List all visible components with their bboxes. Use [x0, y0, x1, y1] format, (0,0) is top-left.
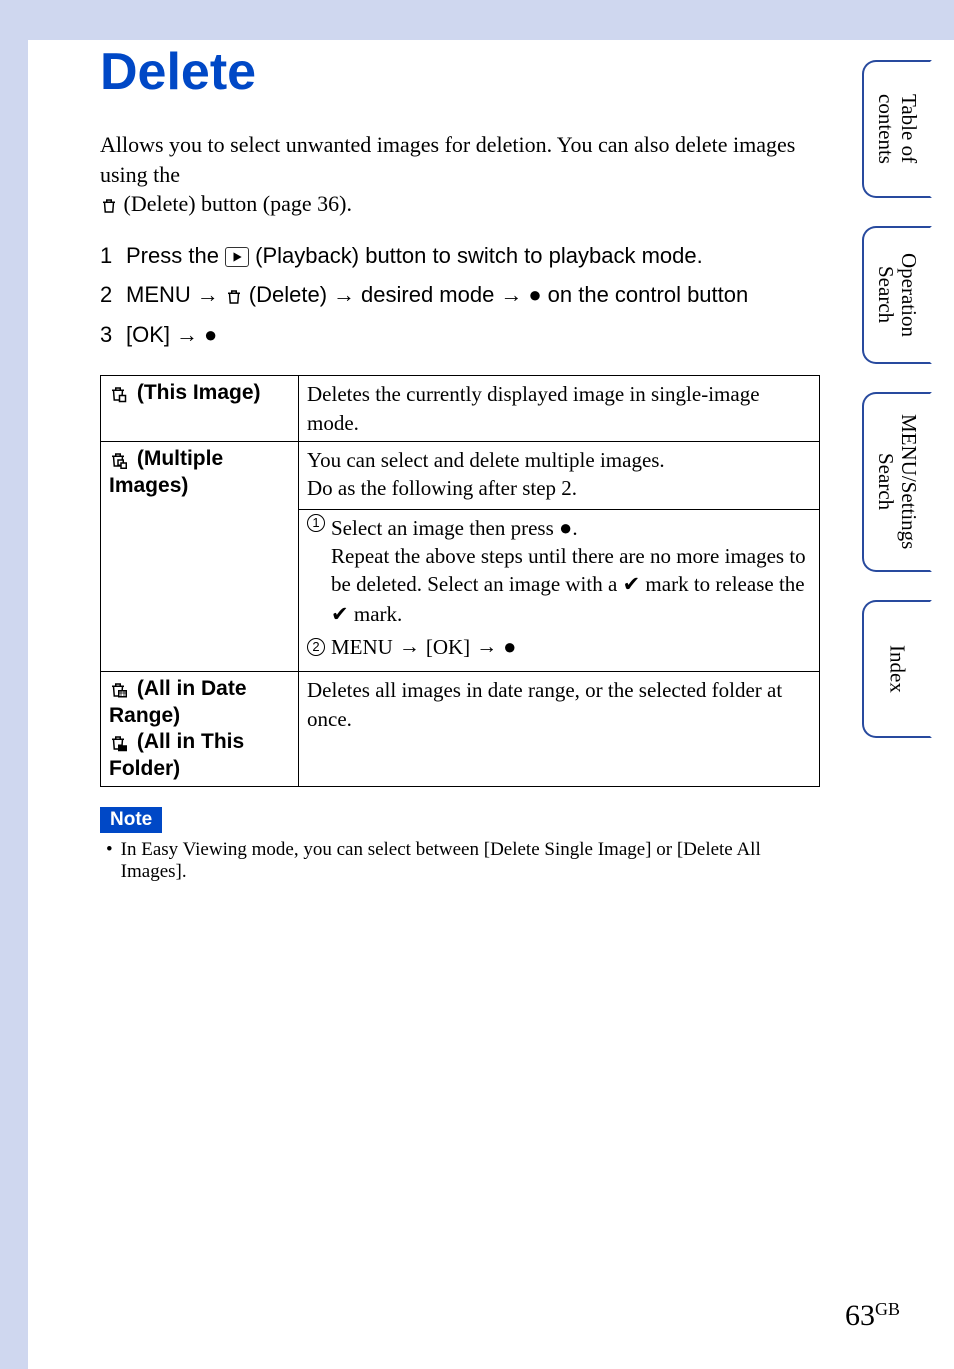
main-content: Delete Allows you to select unwanted ima… [100, 42, 820, 883]
intro-text-b: (Delete) button (page 36). [124, 191, 352, 216]
tab-label: Operation Search [874, 248, 920, 342]
step-number: 1 [100, 237, 116, 274]
tab-label: MENU/Settings Search [874, 414, 920, 550]
arrow-right-icon: → [476, 633, 497, 661]
trash-icon [100, 191, 124, 216]
note-label: Note [100, 807, 162, 833]
modes-table: (This Image) Deletes the currently displ… [100, 375, 820, 787]
step-number: 3 [100, 316, 116, 353]
intro-text-a: Allows you to select unwanted images for… [100, 132, 795, 187]
step-1-text: Press the (Playback) button to switch to… [126, 237, 703, 274]
step-1: 1 Press the (Playback) button to switch … [100, 237, 820, 274]
tab-index[interactable]: Index [862, 600, 932, 738]
trash-folder-icon [109, 729, 127, 755]
circled-1-icon: 1 [307, 514, 325, 532]
sub-steps: 1 Select an image then press ●. Repeat t… [299, 509, 819, 662]
arrow-right-icon: → [176, 316, 198, 353]
note-body: •In Easy Viewing mode, you can select be… [100, 839, 820, 883]
step-3: 3 [OK] → ● [100, 316, 820, 353]
table-row: (Multiple Images) You can select and del… [101, 441, 820, 671]
check-icon: ✔ [331, 603, 349, 626]
mode-all-in-range: (All in Date Range) (All in This Folder) [101, 672, 299, 787]
tab-menu-settings-search[interactable]: MENU/Settings Search [862, 392, 932, 572]
step-2-text: MENU → (Delete) → desired mode → ● on th… [126, 276, 748, 313]
page-number: 63GB [845, 1299, 900, 1333]
steps-list: 1 Press the (Playback) button to switch … [100, 237, 820, 353]
tab-table-of-contents[interactable]: Table of contents [862, 60, 932, 198]
trash-this-icon [109, 381, 127, 407]
arrow-right-icon: → [333, 276, 355, 313]
arrow-right-icon: → [399, 633, 420, 661]
table-row: (This Image) Deletes the currently displ… [101, 376, 820, 442]
trash-icon [225, 276, 243, 313]
trash-multi-icon [109, 446, 127, 472]
circled-2-icon: 2 [307, 638, 325, 656]
tab-label: Index [885, 645, 908, 693]
mode-multiple-images: (Multiple Images) [101, 441, 299, 671]
arrow-right-icon: → [197, 276, 219, 313]
mode-multiple-images-desc: You can select and delete multiple image… [299, 441, 820, 671]
tab-label: Table of contents [874, 82, 920, 176]
mode-this-image: (This Image) [101, 376, 299, 442]
center-button-icon: ● [559, 515, 572, 540]
trash-date-icon [109, 677, 127, 703]
bullet-icon: • [106, 839, 113, 883]
page-title: Delete [100, 42, 820, 102]
step-3-text: [OK] → ● [126, 316, 217, 353]
step-2: 2 MENU → (Delete) → desired mode → ● on … [100, 276, 820, 313]
arrow-right-icon: → [500, 276, 522, 313]
step-number: 2 [100, 276, 116, 313]
mode-all-in-range-desc: Deletes all images in date range, or the… [299, 672, 820, 787]
mode-this-image-desc: Deletes the currently displayed image in… [299, 376, 820, 442]
table-row: (All in Date Range) (All in This Folder)… [101, 672, 820, 787]
tab-operation-search[interactable]: Operation Search [862, 226, 932, 364]
playback-icon [225, 247, 249, 267]
intro-paragraph: Allows you to select unwanted images for… [100, 130, 820, 219]
check-icon: ✔ [623, 573, 641, 596]
